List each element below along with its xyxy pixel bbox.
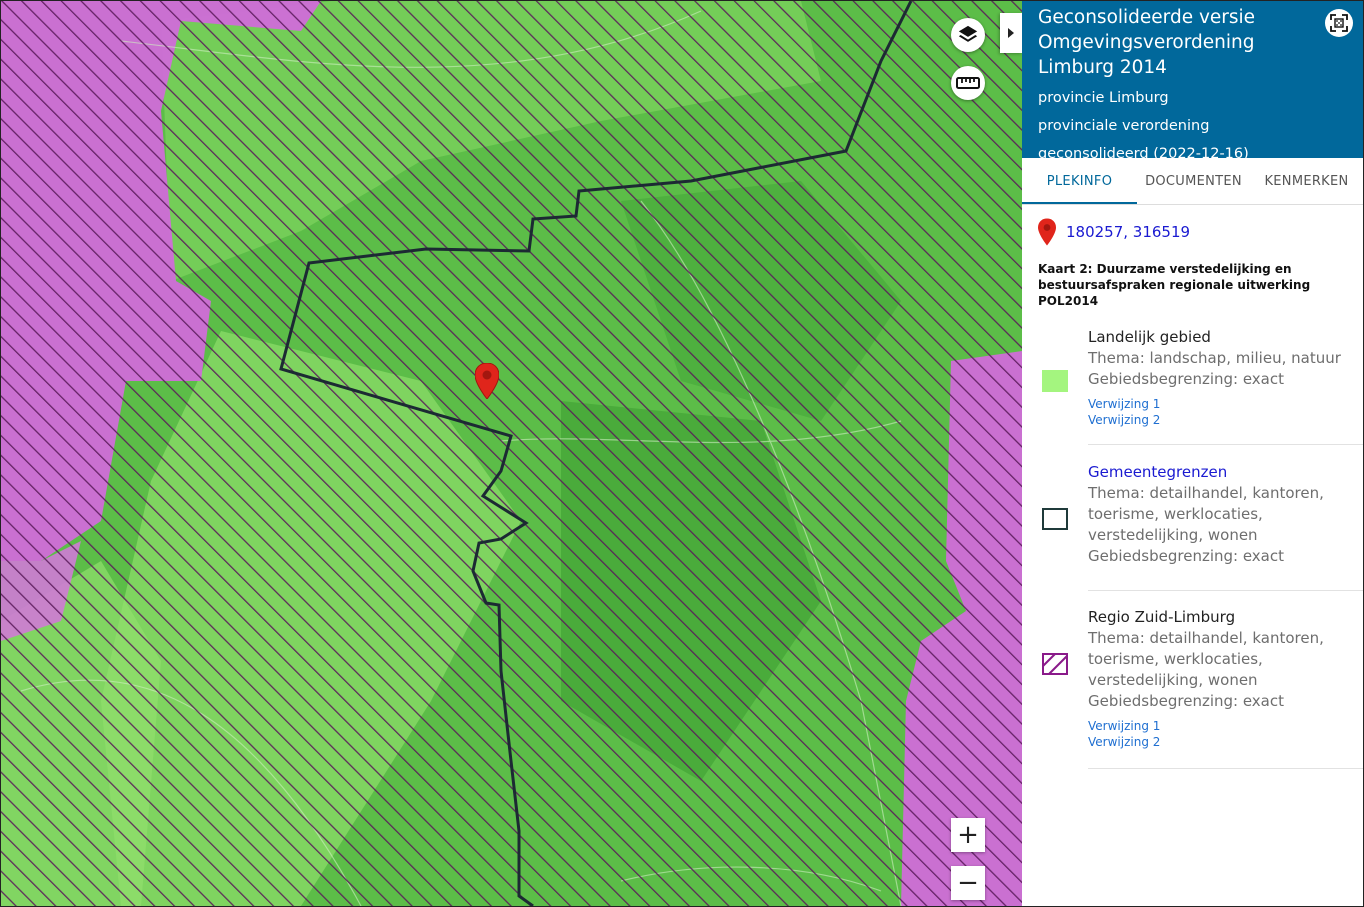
legend-item-gemeentegrenzen: Gemeentegrenzen Thema: detailhandel, kan… — [1042, 445, 1363, 591]
fullscreen-button[interactable] — [1325, 9, 1353, 37]
ruler-icon — [956, 77, 980, 89]
app-frame: + − Geconsolideerde versie Omgevingsvero… — [0, 0, 1364, 907]
map-canvas[interactable] — [1, 1, 1022, 906]
tab-plekinfo[interactable]: PLEKINFO — [1022, 158, 1137, 204]
tab-documenten[interactable]: DOCUMENTEN — [1137, 158, 1250, 204]
reference-link[interactable]: Verwijzing 1 — [1088, 718, 1363, 734]
reference-link[interactable]: Verwijzing 2 — [1088, 412, 1363, 428]
zoom-out-button[interactable]: − — [951, 866, 985, 900]
legend-swatch-hatched — [1042, 653, 1068, 675]
info-panel: Geconsolideerde versie Omgevingsverorden… — [1022, 1, 1363, 906]
coordinates-value[interactable]: 180257, 316519 — [1066, 223, 1190, 241]
legend-item-description: verstedelijking, wonen — [1088, 671, 1258, 689]
legend-item-name[interactable]: Gemeentegrenzen — [1088, 462, 1363, 483]
panel-tabs: PLEKINFO DOCUMENTEN KENMERKEN — [1022, 158, 1363, 205]
location-coordinates: 180257, 316519 — [1022, 205, 1363, 247]
document-title: Geconsolideerde versie Omgevingsverorden… — [1038, 7, 1256, 78]
legend-item-description: verstedelijking, wonen — [1088, 526, 1258, 544]
authority-label: provincie Limburg — [1038, 90, 1169, 106]
reference-link[interactable]: Verwijzing 1 — [1088, 396, 1363, 412]
panel-header: Geconsolideerde versie Omgevingsverorden… — [1022, 1, 1363, 162]
layers-button[interactable] — [951, 18, 985, 52]
reference-link[interactable]: Verwijzing 2 — [1088, 734, 1363, 750]
layers-icon — [958, 25, 978, 42]
chevron-right-icon — [1008, 28, 1014, 38]
legend-swatch-outline — [1042, 508, 1068, 530]
zoom-in-button[interactable]: + — [951, 818, 985, 852]
legend-item-description: Thema: detailhandel, kantoren, — [1088, 629, 1324, 647]
legend-item-name: Regio Zuid-Limburg — [1088, 608, 1236, 626]
legend-item-description: Thema: landschap, milieu, natuur — [1088, 349, 1341, 367]
legend-swatch-solid — [1042, 370, 1068, 392]
location-pin-icon — [475, 363, 499, 399]
legend-item-description: toerisme, werklocaties, — [1088, 650, 1263, 668]
tab-kenmerken[interactable]: KENMERKEN — [1250, 158, 1363, 204]
legend-item-name: Landelijk gebied — [1088, 328, 1211, 346]
legend-item-description: Thema: detailhandel, kantoren, — [1088, 484, 1324, 502]
legend-item-description: toerisme, werklocaties, — [1088, 505, 1263, 523]
fullscreen-icon — [1330, 14, 1348, 32]
legend-item-description: Gebiedsbegrenzing: exact — [1088, 370, 1285, 388]
location-pin-icon — [1038, 218, 1056, 246]
legend-item-landelijk-gebied: Landelijk gebied Thema: landschap, milie… — [1042, 327, 1363, 445]
document-type-label: provinciale verordening — [1038, 118, 1210, 134]
map-view[interactable]: + − — [1, 1, 1022, 906]
collapse-panel-button[interactable] — [1000, 13, 1022, 53]
legend-item-description: Gebiedsbegrenzing: exact — [1088, 692, 1285, 710]
legend-item-regio-zuid-limburg: Regio Zuid-Limburg Thema: detailhandel, … — [1042, 591, 1363, 769]
map-layer-title: Kaart 2: Duurzame verstedelijking en bes… — [1038, 262, 1311, 308]
measure-button[interactable] — [951, 66, 985, 100]
legend-item-description: Gebiedsbegrenzing: exact — [1088, 547, 1285, 565]
